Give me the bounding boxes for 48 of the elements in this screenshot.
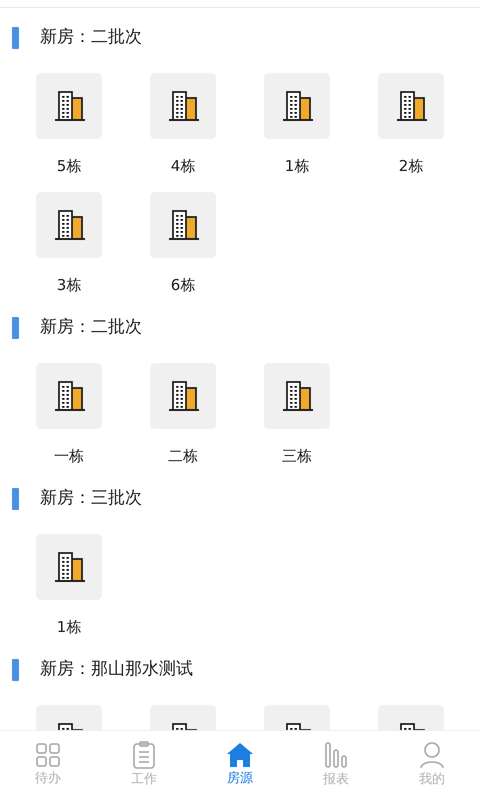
section-marker — [12, 659, 19, 681]
grid-icon — [35, 742, 61, 768]
tab[interactable]: 房源 — [192, 731, 288, 800]
building-label: 三栋 — [282, 446, 312, 467]
building-tile[interactable] — [36, 73, 102, 139]
building-tile[interactable] — [378, 73, 444, 139]
building-icon — [166, 208, 200, 242]
building-label: 6栋 — [170, 275, 196, 296]
building-icon — [166, 89, 200, 123]
building-icon — [52, 89, 86, 123]
building-icon — [394, 89, 428, 123]
building-tile[interactable] — [36, 534, 102, 600]
tab[interactable]: 工作 — [96, 731, 192, 800]
user-icon — [419, 741, 445, 770]
building-label: 1栋 — [56, 617, 82, 638]
building-label: 一栋 — [54, 446, 84, 467]
building-icon — [52, 208, 86, 242]
building-tile[interactable] — [36, 363, 102, 429]
building-icon — [280, 379, 314, 413]
section-marker — [12, 488, 19, 510]
building-icon — [52, 550, 86, 584]
building-label: 5栋 — [56, 156, 82, 177]
building-tile[interactable] — [150, 73, 216, 139]
building-label: 1栋 — [284, 156, 310, 177]
home-icon — [226, 742, 254, 768]
building-icon — [280, 89, 314, 123]
building-label: 二栋 — [168, 446, 198, 467]
building-tile[interactable] — [150, 363, 216, 429]
building-label: 4栋 — [170, 156, 196, 177]
clipboard-icon — [132, 741, 156, 770]
building-icon — [166, 379, 200, 413]
building-label: 2栋 — [398, 156, 424, 177]
section-title: 新房：二批次 — [40, 26, 142, 50]
section-marker — [12, 27, 19, 49]
section-title: 新房：二批次 — [40, 316, 142, 340]
building-label: 3栋 — [56, 275, 82, 296]
building-tile[interactable] — [150, 192, 216, 258]
section-marker — [12, 317, 19, 339]
building-icon — [52, 379, 86, 413]
building-tile[interactable] — [264, 363, 330, 429]
tab[interactable]: 报表 — [288, 731, 384, 800]
section-title: 新房：三批次 — [40, 487, 142, 510]
tab[interactable]: 我的 — [384, 731, 480, 800]
bar-chart-icon — [323, 741, 349, 770]
tab[interactable]: 待办 — [0, 731, 96, 800]
section-title: 新房：那山那水测试 — [40, 658, 193, 682]
building-tile[interactable] — [36, 192, 102, 258]
building-tile[interactable] — [264, 73, 330, 139]
